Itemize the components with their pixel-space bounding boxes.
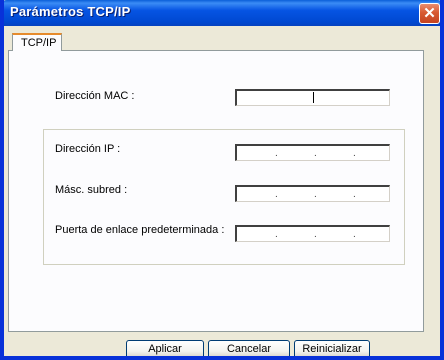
reset-button[interactable]: Reinicializar: [294, 340, 370, 356]
ip-address-separators: . . .: [275, 148, 356, 159]
subnet-mask-separators: . . .: [275, 189, 356, 200]
apply-button[interactable]: Aplicar: [126, 340, 204, 356]
ip-settings-group: Dirección IP : . . . Másc. subred : . . …: [43, 129, 405, 265]
cancel-button[interactable]: Cancelar: [208, 340, 290, 356]
tcpip-dialog: Parámetros TCP/IP ✕ TCP/IP Dirección MAC…: [0, 0, 444, 360]
default-gateway-label: Puerta de enlace predeterminada :: [55, 224, 225, 236]
ip-address-label: Dirección IP :: [55, 143, 121, 155]
default-gateway-separators: . . .: [275, 229, 356, 240]
title-bar[interactable]: Parámetros TCP/IP ✕: [4, 0, 440, 26]
tab-tcpip[interactable]: TCP/IP: [12, 33, 62, 51]
text-cursor: [313, 92, 314, 103]
ip-address-field[interactable]: . . .: [235, 144, 390, 161]
subnet-mask-field[interactable]: . . .: [235, 185, 390, 202]
default-gateway-field[interactable]: . . .: [235, 225, 390, 242]
window-title: Parámetros TCP/IP: [10, 4, 131, 19]
tab-panel-tcpip: Dirección MAC : Dirección IP : . . . Más…: [8, 50, 424, 332]
subnet-mask-label: Másc. subred :: [55, 184, 128, 196]
mac-address-label: Dirección MAC :: [55, 90, 135, 102]
close-icon: ✕: [423, 5, 436, 22]
mac-address-field[interactable]: [235, 89, 390, 106]
close-button[interactable]: ✕: [419, 3, 440, 24]
